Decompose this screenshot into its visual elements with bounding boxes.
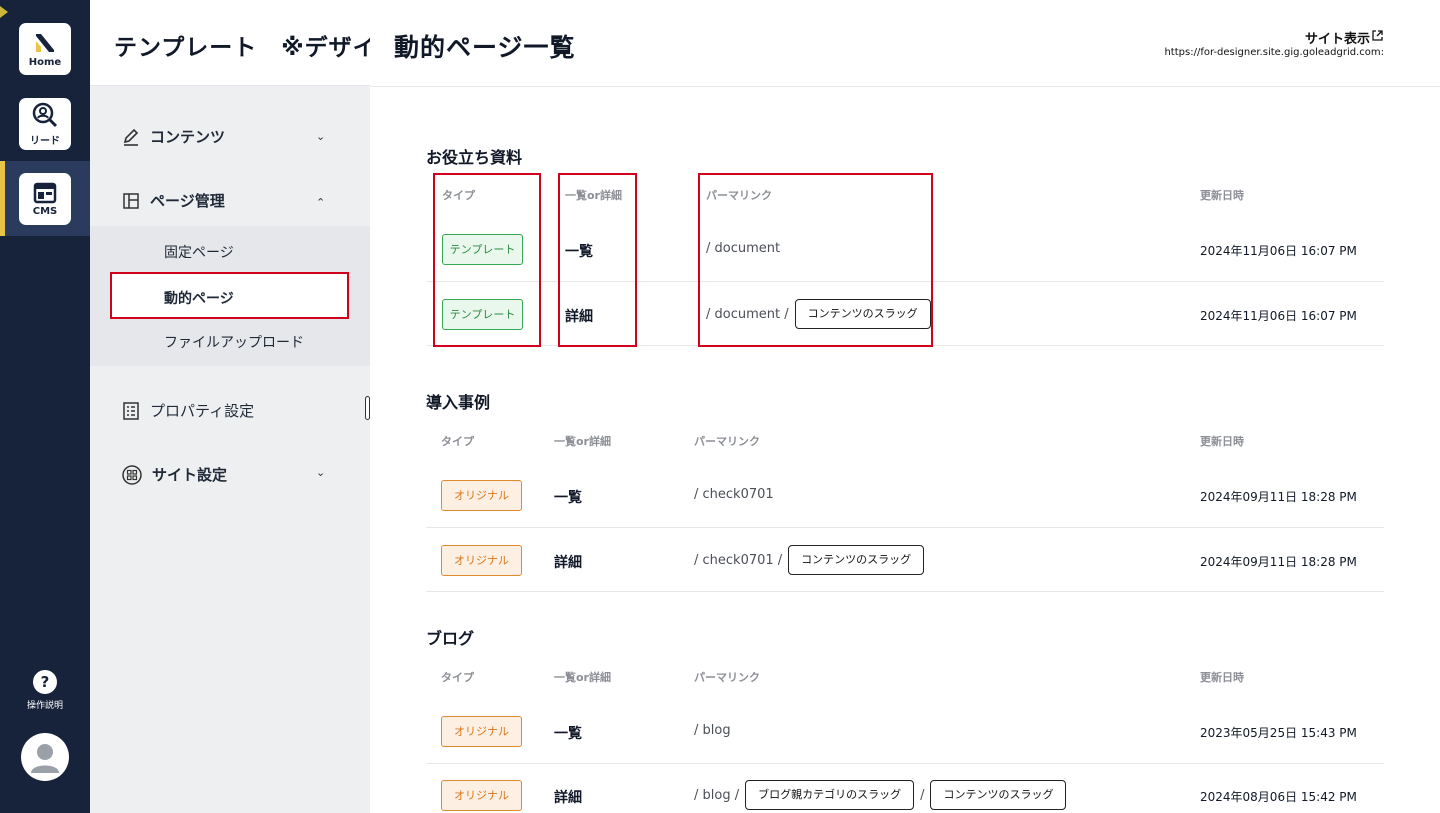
- site-view-link[interactable]: サイト表示: [1305, 28, 1370, 47]
- slug-chip[interactable]: コンテンツのスラッグ: [930, 780, 1067, 810]
- site-url[interactable]: https://for-designer.site.gig.goleadgrid…: [1164, 47, 1384, 58]
- sidebar-subitem-dynamic-page[interactable]: 動的ページ: [110, 272, 349, 319]
- highlight-type-column: [433, 173, 541, 347]
- row-divider: [426, 527, 1384, 528]
- type-badge-original: オリジナル: [441, 545, 522, 576]
- user-avatar[interactable]: [21, 733, 69, 781]
- permalink: / check0701 / コンテンツのスラッグ: [694, 545, 925, 575]
- sidebar-item-page-mgmt[interactable]: ページ管理: [122, 190, 225, 211]
- column-header-updated: 更新日時: [1200, 435, 1244, 448]
- home-button[interactable]: Home: [19, 23, 71, 75]
- row-divider: [426, 763, 1384, 764]
- type-badge-original: オリジナル: [441, 480, 522, 511]
- cms-label: CMS: [32, 205, 58, 217]
- sidebar-subitem-label: 動的ページ: [164, 291, 234, 307]
- updated-date: 2024年11月06日 16:07 PM: [1200, 244, 1357, 258]
- section-title: お役立ち資料: [426, 148, 523, 167]
- updated-date: 2024年08月06日 15:42 PM: [1200, 790, 1357, 804]
- layout-icon: [123, 192, 139, 209]
- avatar-icon: [31, 744, 59, 773]
- sidebar-item-content[interactable]: コンテンツ: [122, 126, 225, 147]
- sidebar-item-label: コンテンツ: [150, 128, 226, 146]
- lead-search-icon: [32, 102, 58, 127]
- highlight-permalink-column: [698, 173, 933, 347]
- permalink-path: / check0701 /: [694, 552, 783, 568]
- page-title: 動的ページ一覧: [394, 33, 576, 62]
- sidebar-item-site-settings[interactable]: サイト設定: [122, 464, 227, 485]
- rail-corner-mark: [0, 6, 8, 18]
- updated-date: 2024年09月11日 18:28 PM: [1200, 555, 1357, 569]
- slug-chip[interactable]: ブログ親カテゴリのスラッグ: [745, 780, 915, 810]
- checklist-icon: [123, 401, 139, 420]
- column-header-permalink: パーマリンク: [694, 671, 760, 684]
- help-icon[interactable]: ?: [33, 670, 57, 694]
- updated-date: 2024年11月06日 16:07 PM: [1200, 309, 1357, 323]
- external-link-icon[interactable]: [1372, 30, 1383, 41]
- logo-icon: [36, 33, 54, 52]
- sidebar-item-label: プロパティ設定: [150, 402, 255, 420]
- row-divider: [426, 591, 1384, 592]
- type-badge-original: オリジナル: [441, 780, 522, 811]
- permalink-path: / check0701: [694, 487, 774, 502]
- cms-sidebar: テンプレート ※デザイナー コンテンツ ⌄ ページ管理 ⌃ 固定ページ 動的ペー…: [90, 0, 370, 813]
- kind-label: 詳細: [554, 790, 582, 806]
- sidebar-item-label: ページ管理: [150, 192, 225, 210]
- cms-icon: [33, 182, 57, 203]
- home-label: Home: [28, 56, 62, 68]
- updated-date: 2023年05月25日 15:43 PM: [1200, 726, 1357, 740]
- column-header-updated: 更新日時: [1200, 671, 1244, 684]
- main-header: 動的ページ一覧 サイト表示 https://for-designer.site.…: [370, 0, 1440, 87]
- chevron-up-icon[interactable]: ⌃: [316, 196, 325, 209]
- column-header-kind: 一覧or詳細: [554, 435, 611, 448]
- column-header-permalink: パーマリンク: [694, 435, 760, 448]
- chevron-down-icon[interactable]: ⌄: [316, 130, 325, 143]
- lead-label: リード: [30, 135, 60, 147]
- sidebar-item-label: サイト設定: [152, 466, 228, 484]
- column-header-updated: 更新日時: [1200, 189, 1244, 202]
- kind-label: 一覧: [554, 726, 582, 742]
- permalink: / blog / ブログ親カテゴリのスラッグ / コンテンツのスラッグ: [694, 780, 1067, 810]
- main-content: 動的ページ一覧 サイト表示 https://for-designer.site.…: [370, 0, 1440, 813]
- chevron-down-icon[interactable]: ⌄: [316, 466, 325, 479]
- lead-button[interactable]: リード: [19, 98, 71, 150]
- sidebar-subitem-fixed-page[interactable]: 固定ページ: [164, 242, 234, 262]
- permalink-path: / blog: [694, 723, 731, 738]
- permalink: / check0701: [694, 487, 774, 502]
- kind-label: 詳細: [554, 555, 582, 571]
- column-header-kind: 一覧or詳細: [554, 671, 611, 684]
- grid-circle-icon: [122, 464, 142, 485]
- column-header-type: タイプ: [441, 435, 474, 448]
- slug-chip[interactable]: コンテンツのスラッグ: [788, 545, 925, 575]
- sidebar-subitem-file-upload[interactable]: ファイルアップロード: [164, 332, 304, 352]
- app-rail: Home リード CMS ? 操作説明: [0, 0, 90, 813]
- section-title: 導入事例: [426, 393, 491, 412]
- permalink-path: / blog /: [694, 787, 740, 803]
- highlight-kind-column: [558, 173, 637, 347]
- sidebar-item-property[interactable]: プロパティ設定: [122, 400, 254, 421]
- kind-label: 一覧: [554, 490, 582, 506]
- path-separator: /: [920, 787, 925, 803]
- updated-date: 2024年09月11日 18:28 PM: [1200, 490, 1357, 504]
- help-label[interactable]: 操作説明: [0, 698, 90, 711]
- cms-button[interactable]: CMS: [19, 173, 71, 225]
- permalink: / blog: [694, 723, 731, 738]
- column-header-type: タイプ: [441, 671, 474, 684]
- section-title: ブログ: [426, 629, 475, 648]
- sidebar-header: テンプレート ※デザイナー: [90, 0, 370, 86]
- type-badge-original: オリジナル: [441, 716, 522, 747]
- project-title: テンプレート ※デザイナー: [114, 35, 370, 61]
- pencil-icon: [123, 128, 139, 146]
